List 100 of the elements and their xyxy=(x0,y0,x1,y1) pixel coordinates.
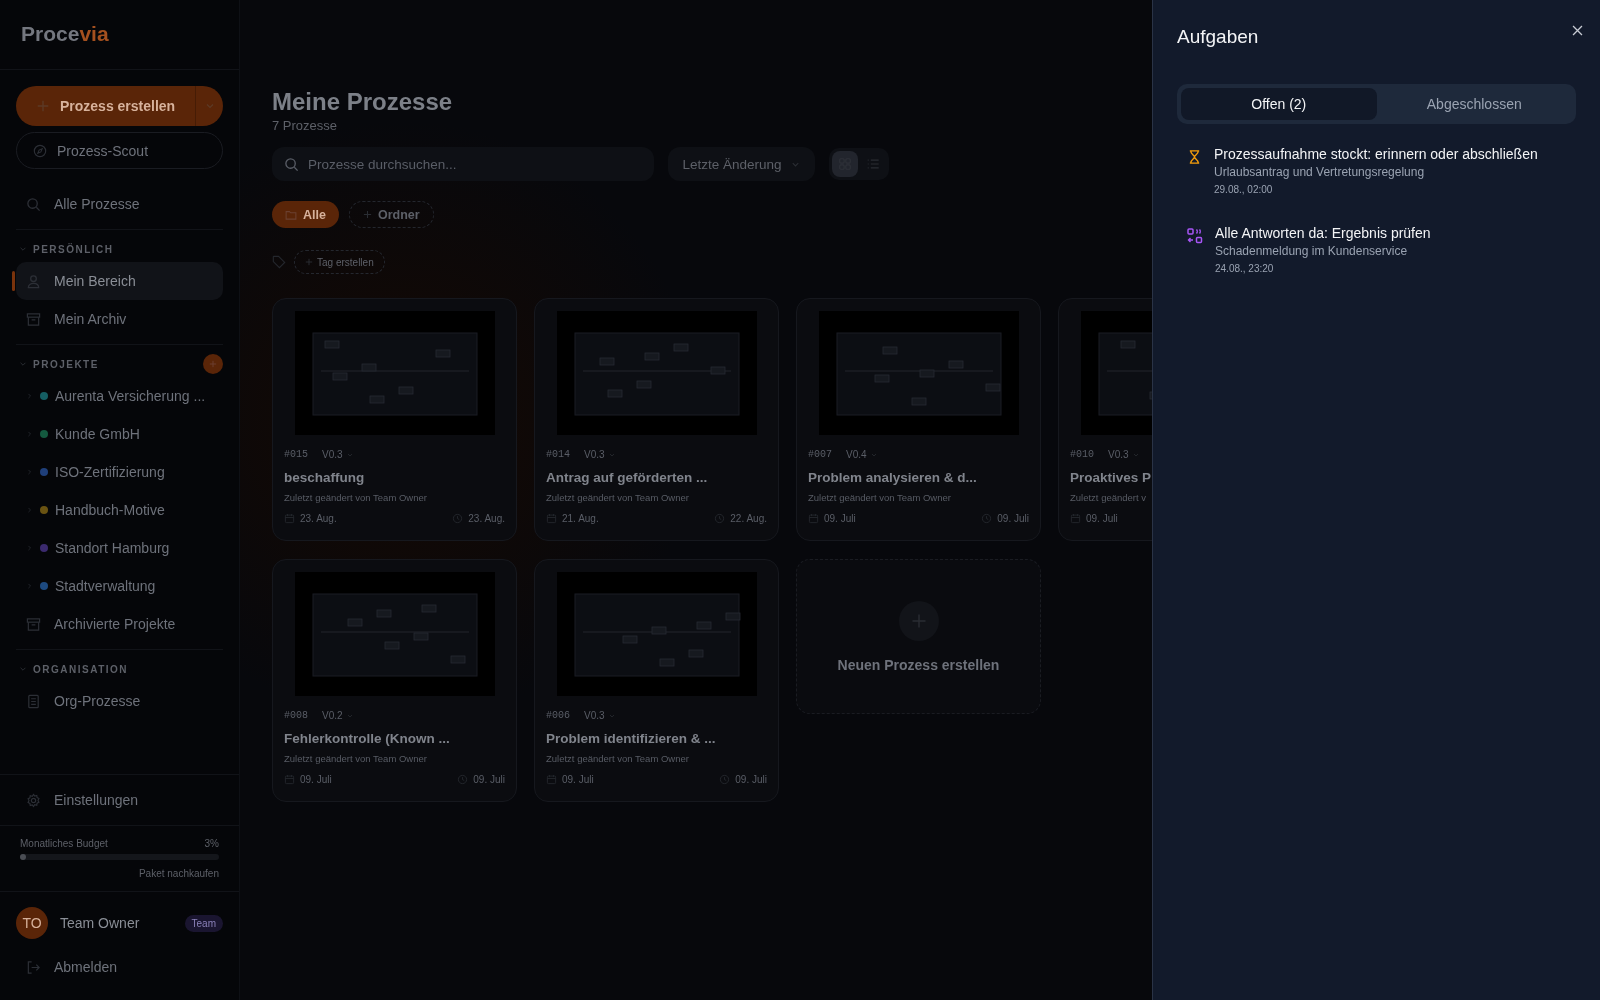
clock-icon xyxy=(714,513,726,524)
version-dropdown[interactable]: V0.3 xyxy=(584,449,616,460)
version-dropdown[interactable]: V0.4 xyxy=(846,449,878,460)
tab[interactable]: Abgeschlossen xyxy=(1376,88,1572,120)
section-label: PERSÖNLICH xyxy=(33,243,114,255)
add-project-button[interactable] xyxy=(203,354,223,374)
process-card[interactable]: #007 V0.4 Problem analysieren & d... Zuletzt geändert von Team Owner 09. Juli 09. Juli xyxy=(796,298,1041,541)
new-process-card[interactable]: Neuen Prozess erstellen xyxy=(796,559,1041,714)
card-title: beschaffung xyxy=(284,470,365,485)
updated-date: 23. Aug. xyxy=(468,513,505,524)
folder-chip[interactable]: Alle xyxy=(272,201,339,228)
view-toggle[interactable] xyxy=(832,151,858,177)
task-time: 29.08., 02:00 xyxy=(1214,184,1273,195)
task-time: 24.08., 23:20 xyxy=(1215,263,1274,274)
page-title: Meine Prozesse xyxy=(272,88,454,116)
card-subtitle: Zuletzt geändert von Team Owner xyxy=(808,492,951,503)
updated-date: 09. Juli xyxy=(997,513,1029,524)
version-dropdown[interactable]: V0.3 xyxy=(584,710,616,721)
buy-link[interactable]: Paket nachkaufen xyxy=(138,868,219,879)
process-id: #010 xyxy=(1070,449,1094,460)
process-count: 7 Prozesse xyxy=(272,118,338,133)
process-id: #007 xyxy=(808,449,832,460)
created-date: 09. Juli xyxy=(1086,513,1118,524)
process-card[interactable]: #006 V0.3 Problem identifizieren & ... Zuletzt geändert von Team Owner 09. Juli 09. Juli xyxy=(534,559,779,802)
dropdown-button[interactable] xyxy=(195,86,223,126)
plus-icon xyxy=(209,360,217,368)
nav-item[interactable]: Einstellungen xyxy=(16,781,223,819)
process-id: #006 xyxy=(546,710,570,721)
updated-date: 09. Juli xyxy=(473,774,505,785)
card-subtitle: Zuletzt geändert v xyxy=(1070,492,1147,503)
user-name: Team Owner xyxy=(60,915,140,931)
calendar-icon xyxy=(546,774,557,785)
calendar-icon xyxy=(546,513,557,524)
task-subtitle: Schadenmeldung im Kundenservice xyxy=(1215,244,1408,258)
document-icon xyxy=(26,693,41,709)
nav-item[interactable]: Mein Archiv xyxy=(16,300,223,338)
tab[interactable]: Offen (2) xyxy=(1181,88,1377,120)
chevron-icon[interactable] xyxy=(19,665,27,673)
updated-date: 22. Aug. xyxy=(730,513,767,524)
archive-icon xyxy=(26,616,41,632)
card-subtitle: Zuletzt geändert von Team Owner xyxy=(284,492,427,503)
card-title: Proaktives P xyxy=(1070,470,1152,485)
version-dropdown[interactable]: V0.3 xyxy=(322,449,354,460)
process-id: #014 xyxy=(546,449,570,460)
card-title: Problem identifizieren & ... xyxy=(546,731,716,746)
created-date: 09. Juli xyxy=(562,774,594,785)
card-subtitle: Zuletzt geändert von Team Owner xyxy=(546,492,689,503)
project-item[interactable]: Aurenta Versicherung ... xyxy=(16,377,223,415)
clock-icon xyxy=(457,774,469,785)
updated-date: 09. Juli xyxy=(735,774,767,785)
version-dropdown[interactable]: V0.3 xyxy=(1108,449,1140,460)
created-date: 21. Aug. xyxy=(562,513,599,524)
user-icon xyxy=(26,273,41,289)
process-card[interactable]: #010 V0.3 Proaktives P Zuletzt geändert v 09. Juli xyxy=(1058,298,1152,541)
task-title[interactable]: Prozessaufnahme stockt: erinnern oder abschließen xyxy=(1214,146,1538,162)
calendar-icon xyxy=(284,774,295,785)
calendar-icon xyxy=(284,513,295,524)
plus-icon xyxy=(362,210,372,219)
panel-title: Aufgaben xyxy=(1177,26,1259,48)
version-dropdown[interactable]: V0.2 xyxy=(322,710,354,721)
compass-icon xyxy=(33,143,47,158)
logout-icon xyxy=(26,959,41,975)
card-title: Fehlerkontrolle (Known ... xyxy=(284,731,450,746)
created-date: 23. Aug. xyxy=(300,513,337,524)
process-card[interactable]: #015 V0.3 beschaffung Zuletzt geändert von Team Owner 23. Aug. 23. Aug. xyxy=(272,298,517,541)
card-title: Antrag auf geförderten ... xyxy=(546,470,708,485)
project-item[interactable]: Standort Hamburg xyxy=(16,529,223,567)
nav-item[interactable]: Org-Prozesse xyxy=(16,682,223,720)
card-subtitle: Zuletzt geändert von Team Owner xyxy=(546,753,689,764)
card-title: Problem analysieren & d... xyxy=(808,470,977,485)
nav-item[interactable]: Alle Prozesse xyxy=(16,185,223,223)
chevron-icon[interactable] xyxy=(19,360,27,368)
project-item[interactable]: Stadtverwaltung xyxy=(16,567,223,605)
budget-label: Monatliches Budget xyxy=(20,838,108,849)
project-item[interactable]: ISO-Zertifizierung xyxy=(16,453,223,491)
search-icon xyxy=(26,196,41,212)
create-process-button[interactable]: Prozess erstellen xyxy=(16,86,196,126)
review-icon xyxy=(1187,228,1203,244)
logo: Procevia xyxy=(21,22,109,47)
section-label: ORGANISATION xyxy=(33,663,129,675)
process-id: #008 xyxy=(284,710,308,721)
chevron-icon[interactable] xyxy=(19,245,27,253)
clock-icon xyxy=(452,513,464,524)
logout-link[interactable]: Abmelden xyxy=(16,948,223,986)
card-subtitle: Zuletzt geändert von Team Owner xyxy=(284,753,427,764)
plus-icon xyxy=(36,99,50,113)
search-field[interactable]: Prozesse durchsuchen... xyxy=(272,147,654,181)
plus-icon xyxy=(305,258,313,266)
process-card[interactable]: #014 V0.3 Antrag auf geförderten ... Zuletzt geändert von Team Owner 21. Aug. 22. Aug. xyxy=(534,298,779,541)
task-title[interactable]: Alle Antworten da: Ergebnis prüfen xyxy=(1215,225,1431,241)
settings-icon xyxy=(26,792,41,808)
project-item[interactable]: Handbuch-Motive xyxy=(16,491,223,529)
archive-icon xyxy=(26,311,41,327)
nav-item[interactable]: Archivierte Projekte xyxy=(16,605,223,643)
budget-reading: 3% xyxy=(204,838,219,849)
sort-dropdown[interactable]: Letzte Änderung xyxy=(668,147,815,181)
hourglass-icon xyxy=(1187,149,1202,165)
project-item[interactable]: Kunde GmbH xyxy=(16,415,223,453)
process-card[interactable]: #008 V0.2 Fehlerkontrolle (Known ... Zuletzt geändert von Team Owner 09. Juli 09. Juli xyxy=(272,559,517,802)
calendar-icon xyxy=(1070,513,1081,524)
